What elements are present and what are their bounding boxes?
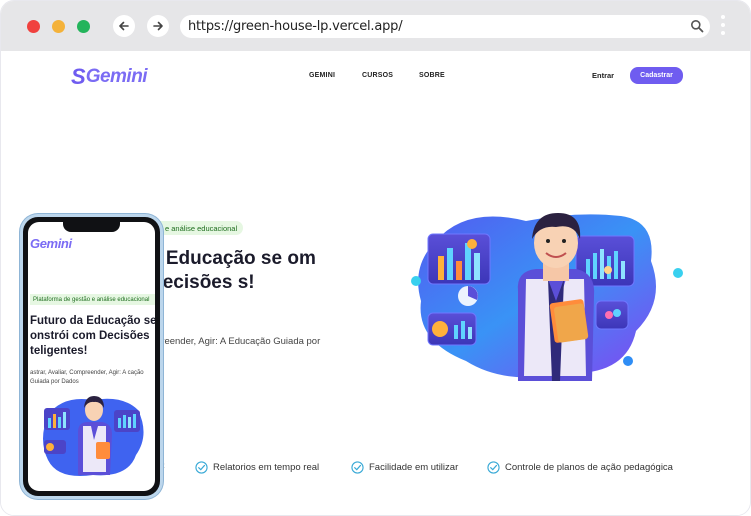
check-circle-icon	[195, 461, 208, 474]
minimize-window-button[interactable]	[52, 20, 65, 33]
nav-link-cursos[interactable]: CURSOS	[362, 72, 393, 79]
feature-item: Controle de planos de ação pedagógica	[487, 461, 673, 474]
signup-button[interactable]: Cadastrar	[630, 67, 683, 84]
nav-link-sobre[interactable]: SOBRE	[419, 72, 445, 79]
address-bar[interactable]: https://green-house-lp.vercel.app/	[180, 15, 710, 38]
arrow-right-icon	[153, 21, 163, 31]
phone-illustration	[43, 396, 144, 476]
close-window-button[interactable]	[27, 20, 40, 33]
browser-menu-button[interactable]	[720, 15, 726, 39]
phone-screen: Gemini Plataforma de gestão e análise ed…	[28, 222, 155, 491]
hero-title: u Educação se om Decisões s!	[149, 247, 399, 295]
phone-title: Futuro da Educação se onstrói com Decisõ…	[30, 315, 155, 357]
search-icon[interactable]	[690, 19, 704, 33]
browser-window: https://green-house-lp.vercel.app/ S Gem…	[0, 0, 751, 516]
hero-illustration	[411, 213, 683, 381]
forward-button[interactable]	[147, 15, 169, 37]
login-link[interactable]: Entrar	[592, 71, 614, 80]
phone-tag: Plataforma de gestão e análise educacion…	[30, 294, 155, 305]
feature-label: Controle de planos de ação pedagógica	[505, 462, 673, 473]
feature-item: Relatorios em tempo real	[195, 461, 319, 474]
phone-bezel: Gemini Plataforma de gestão e análise ed…	[23, 217, 160, 496]
feature-item: Facilidade em utilizar	[351, 461, 458, 474]
arrow-left-icon	[119, 21, 129, 31]
maximize-window-button[interactable]	[77, 20, 90, 33]
brand-logo[interactable]: S Gemini	[71, 64, 148, 89]
feature-label: Facilidade em utilizar	[369, 462, 459, 473]
feature-label: Relatorios em tempo real	[213, 462, 320, 473]
hero-subtitle: preender, Agir: A Educação Guiada por	[156, 336, 321, 347]
phone-mockup: Gemini Plataforma de gestão e análise ed…	[20, 214, 163, 499]
check-circle-icon	[351, 461, 364, 474]
nav-link-gemini[interactable]: GEMINI	[309, 72, 335, 79]
check-circle-icon	[487, 461, 500, 474]
phone-notch	[63, 222, 120, 232]
hero-tag: e análise educacional	[151, 221, 244, 235]
logo-text: Gemini	[85, 66, 148, 87]
browser-toolbar: https://green-house-lp.vercel.app/	[1, 1, 750, 51]
url-text: https://green-house-lp.vercel.app/	[188, 19, 403, 34]
logo-mark: S	[71, 64, 86, 89]
phone-subtitle: astrar, Avaliar, Compreender, Agir: A ca…	[30, 370, 144, 385]
back-button[interactable]	[113, 15, 135, 37]
hero-title-line: u Educação se om Decisões s!	[149, 248, 316, 293]
phone-logo: Gemini	[30, 236, 72, 251]
